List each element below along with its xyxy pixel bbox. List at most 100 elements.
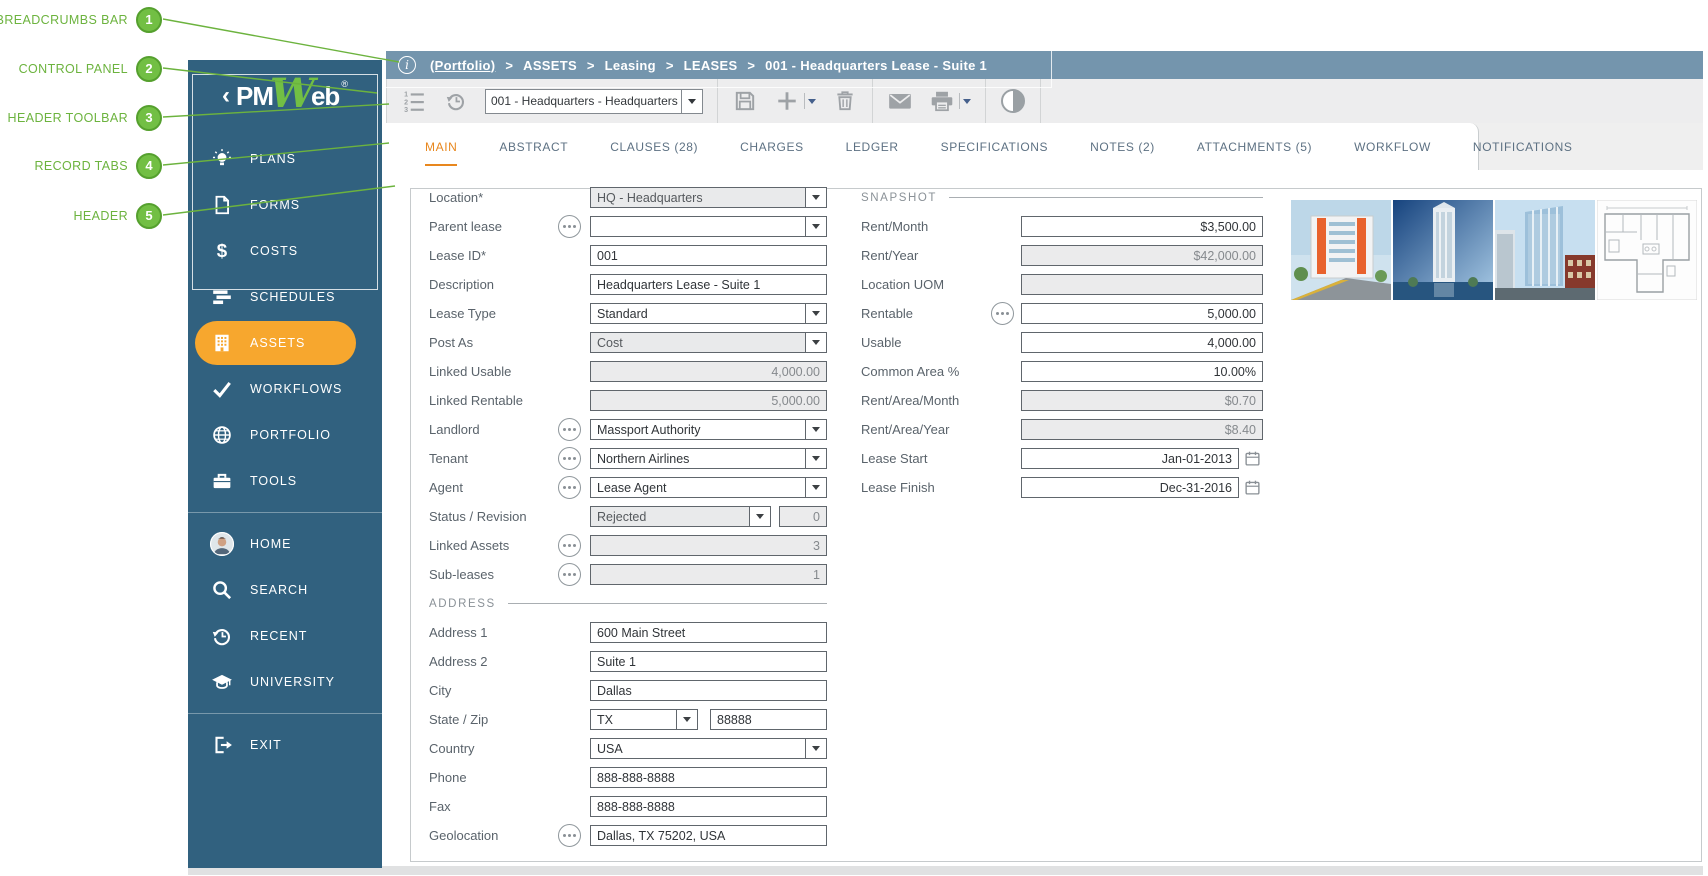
chevron-down-icon[interactable]: [805, 739, 826, 758]
field-input[interactable]: 10.00%: [1021, 361, 1263, 382]
chevron-down-icon[interactable]: [805, 478, 826, 497]
sidebar-item-forms[interactable]: FORMS: [188, 182, 382, 228]
tab-charges[interactable]: CHARGES: [719, 140, 825, 154]
sidebar-item-recent[interactable]: RECENT: [188, 613, 382, 659]
field-input[interactable]: 888-888-8888: [590, 796, 827, 817]
state-select[interactable]: TX: [590, 709, 698, 730]
tab-label: NOTIFICATIONS: [1473, 140, 1573, 164]
tab-ledger[interactable]: LEDGER: [825, 140, 920, 154]
record-tabs: MAINABSTRACTCLAUSES (28)CHARGESLEDGERSPE…: [386, 123, 1479, 170]
field-input[interactable]: USA: [590, 738, 827, 759]
tab-abstract[interactable]: ABSTRACT: [478, 140, 589, 154]
delete-button[interactable]: [832, 88, 858, 114]
field-label: Country: [429, 741, 549, 756]
lookup-ellipsis-button[interactable]: [558, 215, 581, 238]
building-photo-1[interactable]: [1291, 200, 1391, 300]
ellipsis-slot: [549, 476, 590, 499]
field-input[interactable]: Cost: [590, 332, 827, 353]
logo-text: PM: [236, 81, 273, 112]
sidebar-item-portfolio[interactable]: PORTFOLIO: [188, 412, 382, 458]
field-input[interactable]: Rejected: [590, 506, 771, 527]
field-input[interactable]: 600 Main Street: [590, 622, 827, 643]
date-field[interactable]: Jan-01-2013: [1021, 448, 1239, 469]
lookup-ellipsis-button[interactable]: [558, 418, 581, 441]
lookup-ellipsis-button[interactable]: [558, 563, 581, 586]
field-input[interactable]: Northern Airlines: [590, 448, 827, 469]
tab-notifications[interactable]: NOTIFICATIONS: [1452, 140, 1594, 154]
field-input[interactable]: 5,000.00: [1021, 303, 1263, 324]
sidebar-item-schedules[interactable]: SCHEDULES: [188, 274, 382, 320]
field-label: Sub-leases: [429, 567, 549, 582]
sidebar-item-university[interactable]: UNIVERSITY: [188, 659, 382, 705]
lookup-ellipsis-button[interactable]: [991, 302, 1014, 325]
chevron-down-icon[interactable]: [676, 710, 697, 729]
add-button-dropdown[interactable]: [804, 93, 816, 109]
chevron-down-icon[interactable]: [805, 304, 826, 323]
field-input[interactable]: [590, 216, 827, 237]
calendar-icon[interactable]: [1244, 479, 1261, 496]
tab-notes-2[interactable]: NOTES (2): [1069, 140, 1176, 154]
field-input[interactable]: Suite 1: [590, 651, 827, 672]
sidebar-item-search[interactable]: SEARCH: [188, 567, 382, 613]
field-input[interactable]: 001: [590, 245, 827, 266]
toggle-button[interactable]: [1000, 88, 1026, 114]
print-button[interactable]: [929, 88, 955, 114]
lookup-ellipsis-button[interactable]: [558, 447, 581, 470]
chevron-down-icon[interactable]: [805, 217, 826, 236]
tab-specifications[interactable]: SPECIFICATIONS: [920, 140, 1070, 154]
add-button[interactable]: [774, 88, 800, 114]
field-value: 10.00%: [1214, 365, 1256, 379]
building-photo-3[interactable]: [1495, 200, 1595, 300]
field-input[interactable]: Dallas: [590, 680, 827, 701]
field-input[interactable]: Headquarters Lease - Suite 1: [590, 274, 827, 295]
history-button[interactable]: [443, 88, 469, 114]
chevron-down-icon[interactable]: [805, 420, 826, 439]
field-readonly: $42,000.00: [1021, 245, 1263, 266]
sidebar-item-plans[interactable]: PLANS: [188, 136, 382, 182]
floor-plan-thumbnail[interactable]: [1597, 200, 1697, 300]
sidebar-item-label: PLANS: [250, 152, 296, 166]
sidebar-item-costs[interactable]: $COSTS: [188, 228, 382, 274]
lookup-ellipsis-button[interactable]: [558, 534, 581, 557]
save-button[interactable]: [732, 88, 758, 114]
list-view-button[interactable]: 123: [401, 88, 427, 114]
record-selector[interactable]: 001 - Headquarters - Headquarters L: [485, 89, 703, 114]
field-input[interactable]: $3,500.00: [1021, 216, 1263, 237]
chevron-down-icon[interactable]: [749, 507, 770, 526]
chevron-down-icon[interactable]: [805, 188, 826, 207]
tab-clauses-28[interactable]: CLAUSES (28): [589, 140, 719, 154]
field-input[interactable]: Massport Authority: [590, 419, 827, 440]
tab-attachments-5[interactable]: ATTACHMENTS (5): [1176, 140, 1333, 154]
breadcrumb-link-portfolio[interactable]: (Portfolio): [430, 58, 495, 73]
email-button[interactable]: [887, 88, 913, 114]
date-field[interactable]: Dec-31-2016: [1021, 477, 1239, 498]
chevron-down-icon[interactable]: [805, 333, 826, 352]
annotation-number-badge: 4: [136, 153, 162, 179]
sidebar-item-exit[interactable]: EXIT: [188, 722, 382, 768]
chevron-down-icon[interactable]: [681, 90, 702, 113]
pmweb-logo[interactable]: ‹ PM W eb ®: [188, 60, 382, 122]
tab-main[interactable]: MAIN: [404, 140, 478, 154]
info-icon[interactable]: i: [398, 56, 416, 74]
bottom-scroll-strip[interactable]: [188, 866, 1703, 875]
field-input[interactable]: 4,000.00: [1021, 332, 1263, 353]
field-input[interactable]: Lease Agent: [590, 477, 827, 498]
tab-workflow[interactable]: WORKFLOW: [1333, 140, 1452, 154]
field-input[interactable]: Standard: [590, 303, 827, 324]
field-input[interactable]: Dallas, TX 75202, USA: [590, 825, 827, 846]
field-input[interactable]: 888-888-8888: [590, 767, 827, 788]
chevron-down-icon[interactable]: [805, 449, 826, 468]
print-button-dropdown[interactable]: [959, 93, 971, 109]
lookup-ellipsis-button[interactable]: [558, 824, 581, 847]
zip-field[interactable]: 88888: [710, 709, 827, 730]
lookup-ellipsis-button[interactable]: [558, 476, 581, 499]
sidebar-item-tools[interactable]: TOOLS: [188, 458, 382, 504]
building-photo-2[interactable]: [1393, 200, 1493, 300]
breadcrumb-segment: ASSETS: [523, 58, 577, 73]
sidebar-item-workflows[interactable]: WORKFLOWS: [188, 366, 382, 412]
collapse-sidebar-icon[interactable]: ‹: [222, 82, 230, 110]
calendar-icon[interactable]: [1244, 450, 1261, 467]
sidebar-item-assets[interactable]: ASSETS: [195, 321, 356, 365]
sidebar-item-home[interactable]: HOME: [188, 521, 382, 567]
field-input[interactable]: HQ - Headquarters: [590, 187, 827, 208]
